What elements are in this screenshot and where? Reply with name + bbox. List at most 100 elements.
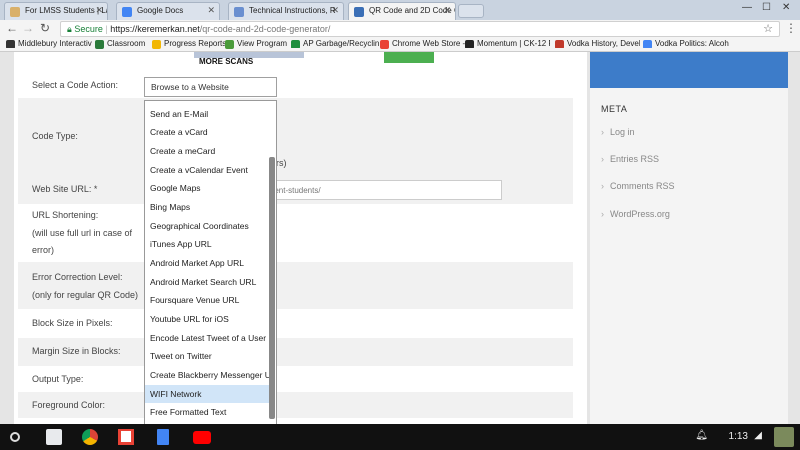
log-in-link[interactable]: › Log in [601, 127, 635, 137]
forward-icon[interactable]: → [22, 21, 34, 35]
code-action-select[interactable]: Browse to a Website [144, 77, 277, 97]
website-url-input[interactable]: rrent-students/ [262, 180, 502, 200]
avatar[interactable] [774, 427, 794, 447]
option-bing-maps[interactable]: Bing Maps [145, 198, 271, 216]
tab-label: Google Docs [137, 6, 184, 15]
bookmark-progress-reports[interactable]: Progress Reports [152, 39, 227, 49]
close-icon[interactable]: ✕ [443, 5, 451, 16]
bookmark-classroom[interactable]: Classroom [95, 39, 145, 49]
url-shortening-label: URL Shortening: [32, 210, 99, 220]
bookmark-star-icon[interactable]: ☆ [763, 22, 773, 35]
comments-rss-link[interactable]: › Comments RSS [601, 181, 675, 191]
new-tab-button[interactable] [458, 4, 484, 18]
link-label: Entries RSS [610, 154, 660, 164]
bookmark-label: Momentum | CK-12 Fo [477, 39, 550, 48]
link-label: Log in [610, 127, 635, 137]
code-type-text: rs) [276, 158, 287, 168]
option-google-maps[interactable]: Google Maps [145, 179, 271, 197]
browser-toolbar: ← → ↻ 🔒︎ Secure | https://keremerkan.net… [0, 20, 800, 38]
tab-qr-code[interactable]: QR Code and 2D Code G ✕ [348, 2, 456, 20]
close-window-icon[interactable]: ✕ [782, 2, 790, 13]
entries-rss-link[interactable]: › Entries RSS [601, 154, 659, 164]
bookmark-label: Vodka Politics: Alcoh [655, 39, 729, 48]
google-docs-icon[interactable] [157, 429, 169, 445]
close-icon[interactable]: ✕ [331, 5, 339, 16]
bookmark-ap-garbage[interactable]: AP Garbage/Recyclin [291, 39, 383, 48]
tab-lmss-students[interactable]: For LMSS Students | La ✕ [4, 2, 108, 20]
bookmark-icon [465, 40, 474, 48]
chrome-icon[interactable] [82, 429, 98, 445]
option-android-app-url[interactable]: Android Market App URL [145, 254, 271, 272]
bookmark-icon [225, 40, 234, 49]
wordpress-link[interactable]: › WordPress.org [601, 209, 670, 219]
option-itunes-url[interactable]: iTunes App URL [145, 235, 271, 253]
clock[interactable]: 1:13 [729, 431, 748, 442]
page-icon [234, 7, 244, 17]
banner-image: MORE SCANS [184, 52, 454, 66]
block-size-label: Block Size in Pixels: [32, 318, 113, 328]
option-youtube-ios[interactable]: Youtube URL for iOS [145, 310, 271, 328]
option-send-email[interactable]: Send an E-Mail [145, 105, 271, 123]
option-latest-tweet[interactable]: Encode Latest Tweet of a User [145, 329, 271, 347]
option-tweet[interactable]: Tweet on Twitter [145, 347, 271, 365]
chevron-right-icon: › [601, 154, 604, 164]
bookmark-vodka-history[interactable]: Vodka History, Devel [555, 39, 640, 48]
option-vcalendar[interactable]: Create a vCalendar Event [145, 161, 271, 179]
bookmark-label: Vodka History, Devel [567, 39, 640, 48]
error-correction-label: Error Correction Level: [32, 272, 123, 282]
notification-icon[interactable]: 🔔︎ [695, 430, 708, 441]
wifi-icon[interactable]: ◢ [754, 430, 762, 441]
bookmark-icon [555, 40, 564, 48]
tab-google-docs[interactable]: Google Docs ✕ [116, 2, 220, 20]
bookmark-momentum[interactable]: Momentum | CK-12 Fo [465, 39, 550, 48]
url-shortening-note: (will use full url in case of [32, 228, 133, 238]
option-free-text[interactable]: Free Formatted Text [145, 403, 271, 421]
files-app-icon[interactable] [46, 429, 62, 445]
menu-icon[interactable]: ⋮ [785, 21, 797, 35]
docs-icon [122, 7, 132, 17]
bookmark-chrome-web-store[interactable]: Chrome Web Store - [380, 39, 465, 49]
sidebar-header [590, 52, 788, 88]
bookmark-vodka-politics[interactable]: Vodka Politics: Alcoh [643, 39, 735, 48]
option-wifi-network[interactable]: WIFI Network [145, 385, 271, 403]
page-icon [10, 7, 20, 17]
bookmark-label: AP Garbage/Recyclin [303, 39, 380, 48]
launcher-icon[interactable] [10, 432, 20, 442]
option-foursquare-url[interactable]: Foursquare Venue URL [145, 291, 271, 309]
address-bar[interactable]: 🔒︎ Secure | https://keremerkan.net/qr-co… [60, 21, 780, 37]
bookmark-icon [643, 40, 652, 48]
page-icon [354, 7, 364, 17]
bookmark-icon [380, 40, 389, 49]
option-android-search-url[interactable]: Android Market Search URL [145, 273, 271, 291]
close-icon[interactable]: ✕ [207, 5, 215, 16]
bookmark-icon [291, 40, 300, 48]
reload-icon[interactable]: ↻ [40, 21, 50, 35]
bookmark-icon [152, 40, 161, 49]
option-vcard[interactable]: Create a vCard [145, 123, 271, 141]
bookmark-view-program[interactable]: View Program [225, 39, 287, 49]
error-correction-note: (only for regular QR Code) [32, 290, 139, 300]
youtube-icon[interactable] [193, 431, 211, 444]
minimize-icon[interactable]: — [742, 2, 752, 13]
bookmark-middlebury[interactable]: Middlebury Interactiv [6, 39, 92, 48]
website-url-label: Web Site URL: * [32, 184, 98, 194]
lock-icon: 🔒︎ [67, 24, 72, 34]
dropdown-scrollbar[interactable] [269, 157, 275, 419]
gmail-icon[interactable] [118, 429, 134, 445]
bookmark-label: Middlebury Interactiv [18, 39, 92, 48]
chevron-right-icon: › [601, 181, 604, 191]
maximize-icon[interactable]: ☐ [762, 2, 771, 13]
option-geo-coordinates[interactable]: Geographical Coordinates [145, 217, 271, 235]
option-blackberry[interactable]: Create Blackberry Messenger User [145, 366, 271, 384]
back-icon[interactable]: ← [6, 21, 18, 35]
tab-technical-instructions[interactable]: Technical Instructions, R ✕ [228, 2, 344, 20]
url-shortening-note: error) [32, 245, 54, 255]
secure-label: Secure [74, 24, 103, 34]
bookmark-label: Progress Reports [164, 39, 227, 48]
option-mecard[interactable]: Create a meCard [145, 142, 271, 160]
chevron-right-icon: › [601, 209, 604, 219]
close-icon[interactable]: ✕ [95, 5, 103, 16]
url-host: https://keremerkan.net [110, 24, 200, 34]
bookmark-icon [95, 40, 104, 49]
link-label: Comments RSS [610, 181, 675, 191]
